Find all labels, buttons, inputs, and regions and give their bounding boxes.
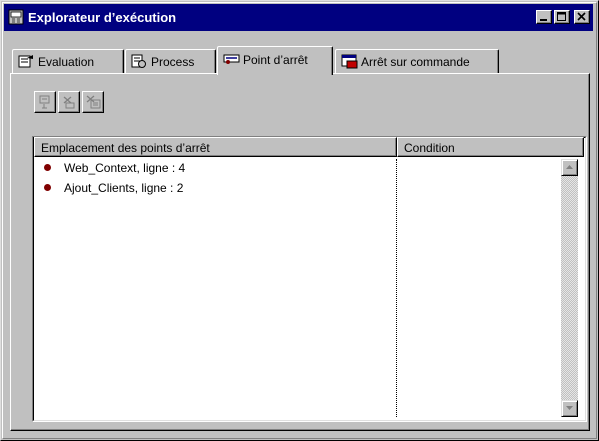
list-item[interactable]: Web_Context, ligne : 4 — [33, 159, 560, 179]
maximize-button[interactable] — [554, 10, 570, 24]
stop-on-command-icon — [341, 54, 359, 72]
vertical-scrollbar[interactable] — [561, 159, 578, 417]
delete-breakpoint-button[interactable] — [58, 91, 80, 113]
tab-process[interactable]: Process — [125, 49, 216, 73]
execution-explorer-window: Explorateur d’exécution Evaluation Proce… — [0, 0, 599, 441]
column-header-location[interactable]: Emplacement des points d’arrêt — [34, 137, 397, 157]
breakpoint-icon — [223, 52, 241, 69]
list-item[interactable]: Ajout_Clients, ligne : 2 — [33, 179, 560, 199]
tab-label: Evaluation — [38, 55, 95, 69]
debugger-window-icon — [8, 9, 24, 25]
tab-stop-on-command[interactable]: Arrêt sur commande — [335, 49, 499, 73]
breakpoint-location: Web_Context, ligne : 4 — [64, 161, 186, 175]
breakpoint-location: Ajout_Clients, ligne : 2 — [64, 181, 184, 195]
tab-label: Process — [151, 55, 195, 69]
window-title: Explorateur d’exécution — [28, 10, 177, 25]
close-button[interactable] — [574, 10, 590, 24]
arrow-down-icon — [566, 406, 573, 410]
evaluation-icon — [18, 54, 35, 72]
delete-all-breakpoints-icon — [86, 95, 101, 109]
minimize-icon — [540, 19, 547, 21]
close-icon — [577, 12, 586, 21]
minimize-button[interactable] — [536, 10, 552, 24]
tab-label: Arrêt sur commande — [361, 55, 470, 69]
go-to-breakpoint-button[interactable] — [34, 91, 56, 113]
breakpoint-rows: Web_Context, ligne : 4 Ajout_Clients, li… — [33, 159, 560, 199]
tab-evaluation[interactable]: Evaluation — [12, 49, 124, 73]
process-icon — [131, 54, 147, 72]
title-bar[interactable]: Explorateur d’exécution — [4, 4, 593, 31]
delete-all-breakpoints-button[interactable] — [82, 91, 104, 113]
arrow-up-icon — [566, 165, 573, 169]
maximize-icon — [557, 12, 566, 21]
delete-breakpoint-icon — [63, 96, 75, 109]
tab-breakpoint[interactable]: Point d’arrêt — [217, 46, 333, 75]
tab-label: Point d’arrêt — [243, 53, 308, 67]
column-separator — [396, 159, 397, 417]
scroll-down-button[interactable] — [561, 400, 578, 417]
breakpoint-marker-icon — [44, 164, 51, 171]
breakpoint-marker-icon — [44, 184, 51, 191]
breakpoint-list[interactable]: Emplacement des points d’arrêt Condition… — [32, 136, 587, 422]
column-header-label: Condition — [404, 141, 455, 155]
scroll-up-button[interactable] — [561, 159, 578, 176]
go-to-breakpoint-icon — [39, 95, 50, 109]
column-header-condition[interactable]: Condition — [397, 137, 584, 157]
column-header-label: Emplacement des points d’arrêt — [41, 141, 210, 155]
